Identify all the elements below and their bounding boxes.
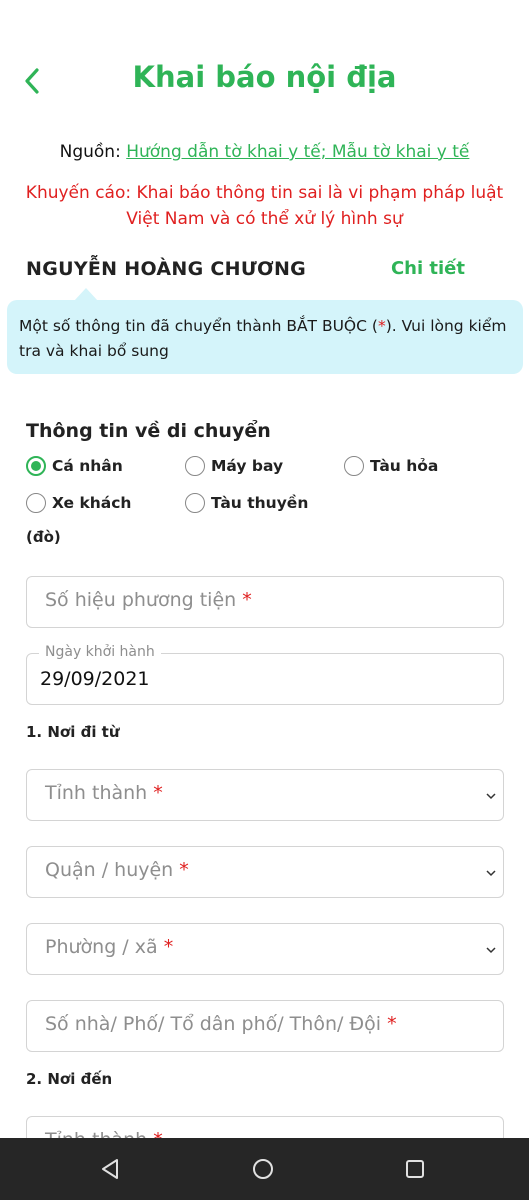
vehicle-number-placeholder: Số hiệu phương tiện *: [45, 589, 252, 611]
nav-recents-button[interactable]: [402, 1156, 428, 1182]
required-star: *: [242, 589, 252, 611]
detail-link[interactable]: Chi tiết: [391, 258, 465, 279]
from-address-placeholder: Số nhà/ Phố/ Tổ dân phố/ Thôn/ Đội *: [45, 1013, 397, 1035]
triangle-back-icon: [102, 1159, 118, 1179]
radio-unchecked-icon: [344, 456, 364, 476]
source-label: Nguồn: [59, 142, 116, 162]
from-address-input[interactable]: Số nhà/ Phố/ Tổ dân phố/ Thôn/ Đội *: [26, 1000, 504, 1052]
from-ward-select[interactable]: Phường / xã *: [26, 923, 504, 975]
radio-tau-thuyen[interactable]: Tàu thuyền: [185, 493, 308, 513]
notice-star: *: [377, 317, 386, 335]
radio-checked-icon: [26, 456, 46, 476]
square-recents-icon: [406, 1160, 424, 1178]
chevron-down-icon: [486, 870, 496, 877]
nav-home-button[interactable]: [250, 1156, 276, 1182]
chevron-down-icon: [486, 947, 496, 954]
travel-section-title: Thông tin về di chuyển: [26, 420, 271, 442]
radio-unchecked-icon: [26, 493, 46, 513]
placeholder-text: Số hiệu phương tiện: [45, 589, 237, 611]
chevron-down-icon: [486, 793, 496, 800]
from-province-select[interactable]: Tỉnh thành *: [26, 769, 504, 821]
from-district-placeholder: Quận / huyện *: [45, 859, 189, 881]
source-links[interactable]: Hướng dẫn tờ khai y tế; Mẫu tờ khai y tế: [126, 142, 469, 162]
radio-label: Cá nhân: [52, 457, 123, 475]
header: Khai báo nội địa: [0, 0, 529, 120]
radio-tau-hoa[interactable]: Tàu hỏa: [344, 456, 438, 476]
user-name: NGUYỄN HOÀNG CHƯƠNG: [26, 258, 307, 280]
placeholder-text: Phường / xã: [45, 936, 158, 958]
radio-label: Tàu hỏa: [370, 457, 439, 475]
required-star: *: [387, 1013, 397, 1035]
to-section-title: 2. Nơi đến: [26, 1070, 113, 1088]
legal-warning: Khuyến cáo: Khai báo thông tin sai là vi…: [25, 183, 504, 229]
nav-back-button[interactable]: [98, 1156, 124, 1182]
required-notice: Một số thông tin đã chuyển thành BẮT BUỘ…: [7, 300, 523, 374]
vehicle-number-input[interactable]: Số hiệu phương tiện *: [26, 576, 504, 628]
from-district-select[interactable]: Quận / huyện *: [26, 846, 504, 898]
radio-label: Tàu thuyền: [211, 494, 309, 512]
radio-label: Xe khách: [52, 494, 132, 512]
circle-home-icon: [253, 1159, 273, 1179]
radio-unchecked-icon: [185, 493, 205, 513]
system-navigation-bar: [0, 1138, 529, 1200]
departure-date-input[interactable]: Ngày khởi hành 29/09/2021: [26, 644, 504, 705]
departure-date-value: 29/09/2021: [40, 668, 150, 690]
departure-date-label: Ngày khởi hành: [39, 644, 161, 660]
notice-text-before: Một số thông tin đã chuyển thành BẮT BUỘ…: [19, 317, 378, 335]
radio-ca-nhan[interactable]: Cá nhân: [26, 456, 123, 476]
radio-xe-khach[interactable]: Xe khách: [26, 493, 131, 513]
required-star: *: [163, 936, 174, 958]
source-separator: :: [115, 142, 127, 162]
placeholder-text: Quận / huyện: [45, 859, 174, 881]
from-section-title: 1. Nơi đi từ: [26, 723, 120, 741]
from-province-placeholder: Tỉnh thành *: [45, 782, 163, 804]
from-ward-placeholder: Phường / xã *: [45, 936, 173, 958]
required-star: *: [153, 782, 163, 804]
placeholder-text: Số nhà/ Phố/ Tổ dân phố/ Thôn/ Đội: [45, 1013, 382, 1035]
radio-unchecked-icon: [185, 456, 205, 476]
source-line: Nguồn: Hướng dẫn tờ khai y tế; Mẫu tờ kh…: [0, 142, 529, 162]
radio-may-bay[interactable]: Máy bay: [185, 456, 283, 476]
page-title: Khai báo nội địa: [132, 60, 397, 94]
radio-label: Máy bay: [211, 457, 284, 475]
radio-option-suffix: (đò): [26, 528, 61, 546]
placeholder-text: Tỉnh thành: [45, 782, 148, 804]
required-star: *: [179, 859, 189, 881]
